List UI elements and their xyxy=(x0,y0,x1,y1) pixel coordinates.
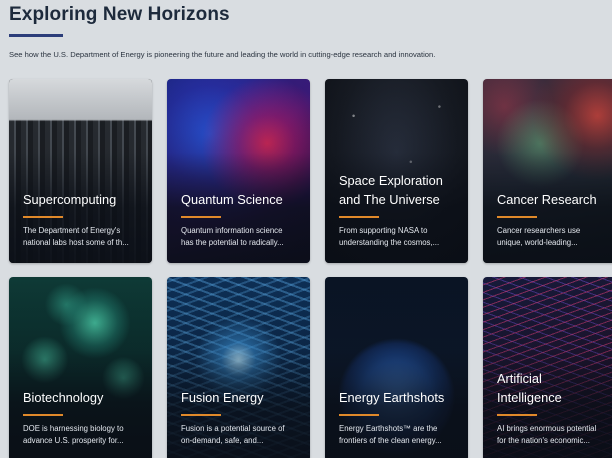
card-description: Energy Earthshots™ are the frontiers of … xyxy=(339,424,442,445)
card-cancer-research[interactable]: Cancer Research Cancer researchers use u… xyxy=(483,79,612,263)
card-description: Quantum information science has the pote… xyxy=(181,226,284,247)
card-accent-bar xyxy=(23,216,63,218)
card-title: Quantum Science xyxy=(181,192,283,207)
card-quantum-science[interactable]: Quantum Science Quantum information scie… xyxy=(167,79,310,263)
card-biotechnology[interactable]: Biotechnology DOE is harnessing biology … xyxy=(9,277,152,458)
card-fusion-energy[interactable]: Fusion Energy Fusion is a potential sour… xyxy=(167,277,310,458)
card-description: AI brings enormous potential for the nat… xyxy=(497,424,597,445)
card-accent-bar xyxy=(497,216,537,218)
card-description: Cancer researchers use unique, world-lea… xyxy=(497,226,581,247)
card-accent-bar xyxy=(181,414,221,416)
card-title: Cancer Research xyxy=(497,192,597,207)
card-energy-earthshots[interactable]: Energy Earthshots Energy Earthshots™ are… xyxy=(325,277,468,458)
card-description: DOE is harnessing biology to advance U.S… xyxy=(23,424,124,445)
card-artificial-intelligence[interactable]: Artificial Intelligence AI brings enormo… xyxy=(483,277,612,458)
card-accent-bar xyxy=(339,216,379,218)
card-title: Supercomputing xyxy=(23,192,117,207)
page-subtitle: See how the U.S. Department of Energy is… xyxy=(9,50,436,59)
card-supercomputing[interactable]: Supercomputing The Department of Energy'… xyxy=(9,79,152,263)
card-title: Energy Earthshots xyxy=(339,390,445,405)
page-header: Exploring New Horizons See how the U.S. … xyxy=(9,4,609,60)
card-description: Fusion is a potential source of on-deman… xyxy=(181,424,285,445)
card-title: Biotechnology xyxy=(23,390,104,405)
card-title: Space Exploration and The Universe xyxy=(339,173,443,207)
page-title: Exploring New Horizons xyxy=(9,4,230,25)
card-accent-bar xyxy=(181,216,221,218)
card-description: From supporting NASA to understanding th… xyxy=(339,226,440,247)
card-description: The Department of Energy's national labs… xyxy=(23,226,129,247)
card-title: Artificial Intelligence xyxy=(497,371,562,405)
card-space-exploration[interactable]: Space Exploration and The Universe From … xyxy=(325,79,468,263)
card-accent-bar xyxy=(23,414,63,416)
card-accent-bar xyxy=(497,414,537,416)
card-accent-bar xyxy=(339,414,379,416)
card-title: Fusion Energy xyxy=(181,390,264,405)
title-underline xyxy=(9,34,63,37)
